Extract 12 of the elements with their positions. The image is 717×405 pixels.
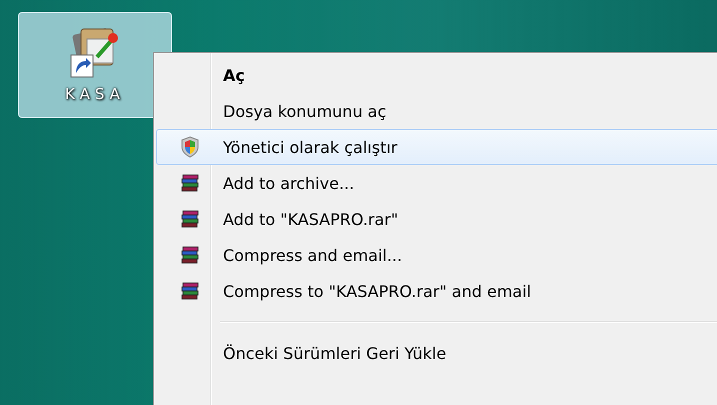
menu-item[interactable]: Add to archive... bbox=[156, 165, 717, 201]
stacked-books-icon bbox=[180, 282, 200, 300]
menu-item[interactable]: Compress and email... bbox=[156, 237, 717, 273]
shortcut-label: KASA bbox=[65, 85, 125, 103]
menu-item[interactable]: Compress to "KASAPRO.rar" and email bbox=[156, 273, 717, 309]
menu-item[interactable]: Önceki Sürümleri Geri Yükle bbox=[156, 335, 717, 371]
menu-item[interactable]: Add to "KASAPRO.rar" bbox=[156, 201, 717, 237]
stacked-books-icon bbox=[180, 246, 200, 264]
stacked-books-icon bbox=[180, 174, 200, 192]
stacked-books-icon bbox=[180, 210, 200, 228]
shield-icon bbox=[180, 136, 200, 158]
menu-item[interactable]: Yönetici olarak çalıştır bbox=[156, 129, 717, 165]
